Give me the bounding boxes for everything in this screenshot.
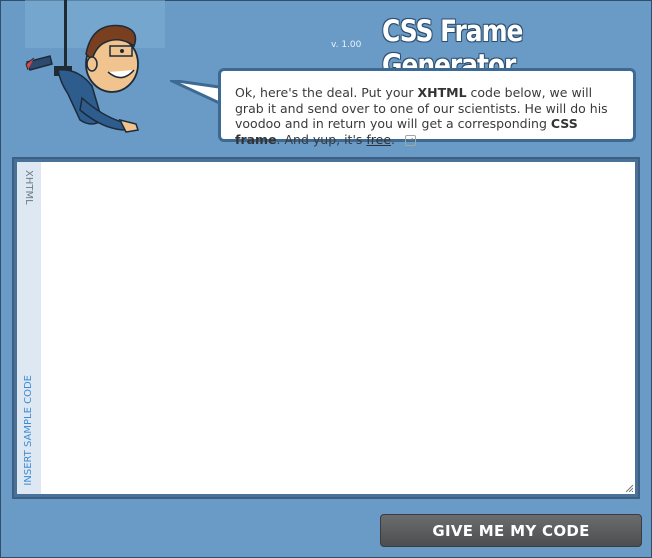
free-link[interactable]: free bbox=[366, 132, 391, 147]
xhtml-label: XHTML bbox=[23, 170, 34, 205]
editor-inner: XHTML INSERT SAMPLE CODE bbox=[17, 162, 635, 494]
editor-gutter: XHTML INSERT SAMPLE CODE bbox=[17, 162, 41, 494]
resize-grip-icon[interactable] bbox=[625, 484, 633, 492]
mascot-icon bbox=[25, 24, 139, 133]
arrow-right-icon[interactable]: → bbox=[405, 134, 416, 146]
version-label: v. 1.00 bbox=[331, 40, 362, 50]
code-editor: XHTML INSERT SAMPLE CODE bbox=[12, 157, 640, 499]
give-me-my-code-button[interactable]: GIVE ME MY CODE bbox=[380, 514, 642, 547]
xhtml-input[interactable] bbox=[41, 162, 635, 494]
intro-text: Ok, here's the deal. Put your XHTML code… bbox=[235, 85, 608, 147]
speech-bubble: Ok, here's the deal. Put your XHTML code… bbox=[218, 68, 636, 147]
insert-sample-code-link[interactable]: INSERT SAMPLE CODE bbox=[23, 375, 34, 486]
